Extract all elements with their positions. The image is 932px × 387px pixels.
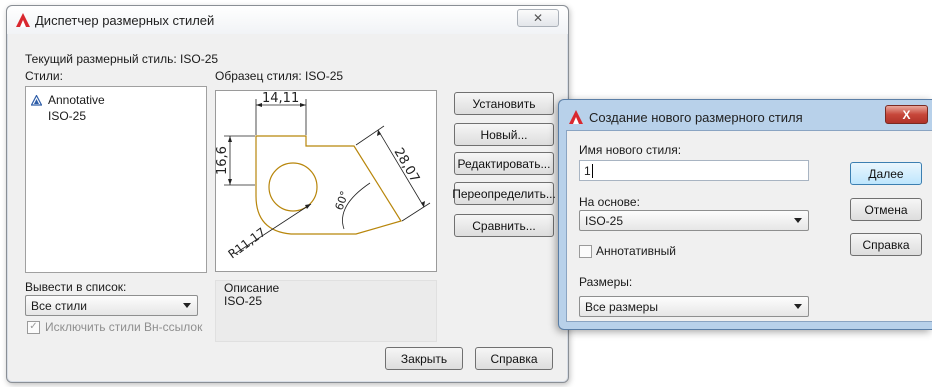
preview-part-outline [255, 135, 402, 235]
annotative-checkbox[interactable] [579, 244, 592, 258]
dialog-title: Диспетчер размерных стилей [35, 13, 215, 28]
styles-list[interactable]: Annotative ISO-25 [25, 86, 207, 273]
text-caret [591, 163, 593, 178]
exclude-xref-checkbox[interactable]: ✓ [27, 320, 40, 334]
chevron-down-icon [794, 304, 802, 309]
chevron-down-icon [183, 303, 191, 308]
close-dialog-button[interactable]: Закрыть [385, 347, 463, 370]
override-style-button[interactable]: Переопределить... [452, 182, 556, 205]
exclude-xref-checkbox-row[interactable]: ✓ Исключить стили Вн-ссылок [27, 320, 202, 334]
description-box: Описание ISO-25 [215, 280, 437, 342]
based-on-value: ISO-25 [585, 213, 624, 228]
based-on-select[interactable]: ISO-25 [579, 210, 809, 231]
help-button[interactable]: Справка [475, 347, 553, 370]
dimension-text-angle: 60° [333, 189, 352, 212]
exclude-xref-label: Исключить стили Вн-ссылок [45, 320, 203, 334]
use-for-label: Размеры: [579, 275, 633, 289]
dialog-client-area: Имя нового стиля: 1 На основе: ISO-25 Ан… [566, 130, 932, 322]
dimension-text-diagonal: 28,07 [391, 146, 423, 186]
set-current-button[interactable]: Установить [454, 92, 554, 115]
close-button[interactable]: X [885, 105, 928, 124]
title-bar: Диспетчер размерных стилей ✕ [7, 6, 568, 34]
use-for-select[interactable]: Все размеры [579, 296, 809, 317]
dimension-text-top: 14,11 [262, 91, 299, 106]
close-icon: X [902, 107, 911, 122]
cancel-button[interactable]: Отмена [850, 198, 922, 221]
new-style-name-label: Имя нового стиля: [579, 143, 682, 157]
new-style-name-input[interactable]: 1 [579, 160, 809, 181]
list-item-label: ISO-25 [48, 109, 87, 123]
preview-drawing: 14,11 16,6 28,07 60° R11,17 [215, 91, 431, 261]
list-filter-label: Вывести в список: [25, 280, 127, 294]
create-new-style-dialog: Создание нового размерного стиля X Имя н… [558, 99, 932, 330]
modify-style-button[interactable]: Редактировать... [454, 152, 554, 175]
list-filter-value: Все стили [31, 298, 87, 313]
new-style-name-value: 1 [584, 163, 591, 178]
list-item-iso25[interactable]: ISO-25 [48, 109, 86, 123]
based-on-label: На основе: [579, 195, 640, 209]
annotative-checkbox-row[interactable]: Аннотативный [579, 244, 676, 258]
new-style-button[interactable]: Новый... [454, 123, 554, 146]
close-button[interactable]: ✕ [517, 9, 559, 27]
annotative-label: Аннотативный [596, 244, 676, 258]
help-button[interactable]: Справка [850, 233, 922, 256]
autocad-app-icon [569, 110, 583, 124]
annotative-icon [31, 94, 42, 106]
list-item-annotative[interactable]: Annotative [31, 93, 105, 107]
dialog-title: Создание нового размерного стиля [589, 110, 803, 125]
dimension-text-radius: R11,17 [226, 225, 269, 261]
close-icon: ✕ [532, 11, 544, 25]
list-item-label: Annotative [48, 93, 105, 107]
dimension-style-manager-dialog: Диспетчер размерных стилей ✕ Текущий раз… [6, 5, 569, 383]
dimension-text-left: 16,6 [216, 146, 230, 175]
preview-label: Образец стиля: ISO-25 [215, 69, 344, 83]
styles-label: Стили: [25, 69, 63, 83]
chevron-down-icon [794, 218, 802, 223]
list-filter-select[interactable]: Все стили [25, 295, 198, 316]
description-label: Описание [224, 281, 280, 295]
compare-styles-button[interactable]: Сравнить... [454, 214, 554, 237]
description-text: ISO-25 [224, 294, 263, 308]
style-preview: 14,11 16,6 28,07 60° R11,17 [215, 90, 437, 272]
current-style-label: Текущий размерный стиль: ISO-25 [25, 52, 219, 66]
autocad-app-icon [16, 13, 30, 27]
continue-button[interactable]: Далее [850, 162, 922, 185]
use-for-value: Все размеры [585, 299, 658, 314]
